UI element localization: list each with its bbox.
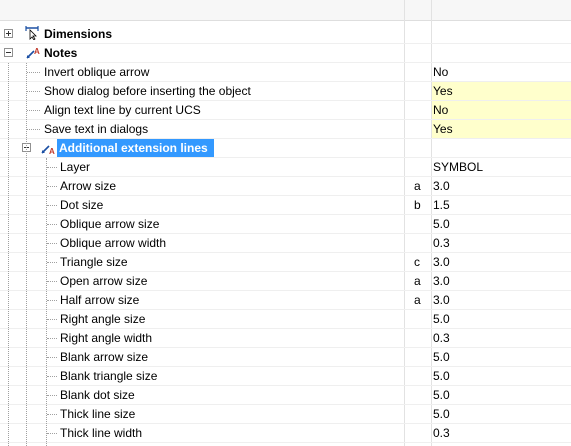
property-label: Thick line size [60,407,136,421]
tree-guide-line [26,63,27,446]
property-value[interactable]: 5.0 [432,405,571,423]
property-letter: a [414,293,421,307]
property-value[interactable]: 5.0 [432,310,571,328]
property-value[interactable]: 5.0 [432,215,571,233]
property-label: Thick line width [60,426,143,440]
property-row[interactable]: Blank arrow size 5.0 [0,348,571,367]
property-label: Arrow size [60,179,117,193]
tree-label: Dimensions [44,27,113,41]
property-row[interactable]: Triangle size c 3.0 [0,253,571,272]
property-value[interactable]: 3.0 [432,272,571,290]
property-label: Open arrow size [60,274,148,288]
property-value[interactable]: 0.3 [432,234,571,252]
property-letter: c [414,255,420,269]
property-row[interactable]: Right angle size 5.0 [0,310,571,329]
property-label: Align text line by current UCS [44,103,201,117]
tree-connector [47,414,57,415]
collapse-icon[interactable] [4,48,13,57]
property-label: Blank arrow size [60,350,149,364]
property-row[interactable]: Oblique arrow width 0.3 [0,234,571,253]
property-value[interactable]: No [432,63,571,81]
property-value[interactable]: Yes [432,120,571,138]
property-label: Invert oblique arrow [44,65,150,79]
property-value[interactable]: No [432,101,571,119]
property-tree: Dimensions A Notes Invert oblique arrow N… [0,0,571,446]
property-row[interactable]: Thick line size 5.0 [0,405,571,424]
tree-connector [47,395,57,396]
property-letter: a [414,274,421,288]
property-label: Blank dot size [60,388,135,402]
dimension-icon [25,26,39,40]
tree-guide-line [46,158,47,446]
property-label: Dot size [60,198,104,212]
tree-connector [47,186,57,187]
property-row[interactable]: Right angle width 0.3 [0,329,571,348]
property-row[interactable]: Dot size b 1.5 [0,196,571,215]
tree-connector [47,224,57,225]
property-letter: a [414,179,421,193]
tree-connector [27,72,40,73]
property-row[interactable]: Align text line by current UCS No [0,101,571,120]
tree-row-notes[interactable]: A Notes [0,44,571,63]
tree-connector [47,281,57,282]
tree-connector [27,91,40,92]
property-row[interactable]: Blank dot size 5.0 [0,386,571,405]
property-label: Show dialog before inserting the object [44,84,251,98]
tree-label-selected: Additional extension lines [57,139,214,157]
tree-connector [47,319,57,320]
extension-lines-icon: A [41,145,55,155]
tree-connector [47,262,57,263]
property-value[interactable]: 5.0 [432,348,571,366]
svg-text:A: A [34,47,40,56]
tree-connector [47,243,57,244]
property-row[interactable]: Blank triangle size 5.0 [0,367,571,386]
property-row[interactable]: Arrow size a 3.0 [0,177,571,196]
tree-connector [47,300,57,301]
property-value[interactable]: 3.0 [432,291,571,309]
notes-icon: A [26,47,40,59]
property-value[interactable]: 5.0 [432,367,571,385]
property-row[interactable]: Save text in dialogs Yes [0,120,571,139]
tree-connector [47,338,57,339]
property-letter: b [414,198,421,212]
property-row[interactable]: Open arrow size a 3.0 [0,272,571,291]
property-value[interactable]: 0.3 [432,329,571,347]
tree-row-additional-extension-lines[interactable]: A Additional extension lines [0,139,571,158]
svg-text:A: A [49,147,55,155]
property-value[interactable]: 3.0 [432,177,571,195]
property-label: Right angle size [60,312,146,326]
property-value[interactable]: Yes [432,82,571,100]
property-row[interactable]: Thick line width 0.3 [0,424,571,443]
property-row[interactable]: Oblique arrow size 5.0 [0,215,571,234]
tree-connector [47,433,57,434]
tree-connector [27,110,40,111]
tree-connector [47,376,57,377]
property-label: Triangle size [60,255,128,269]
property-label: Half arrow size [60,293,140,307]
property-value[interactable]: SYMBOL [432,158,571,176]
property-value[interactable]: 5.0 [432,386,571,404]
column-header [0,0,571,21]
property-label: Right angle width [60,331,153,345]
tree-label: Notes [44,46,78,60]
tree-row-dimensions[interactable]: Dimensions [0,25,571,44]
tree-connector [47,357,57,358]
property-value[interactable]: 0.3 [432,424,571,442]
tree-connector [27,129,40,130]
property-label: Blank triangle size [60,369,158,383]
property-row[interactable]: Half arrow size a 3.0 [0,291,571,310]
tree-connector [47,205,57,206]
property-label: Oblique arrow size [60,217,160,231]
tree-guide-line [8,63,9,446]
property-value[interactable]: 1.5 [432,196,571,214]
tree-connector [47,167,57,168]
property-label: Oblique arrow width [60,236,167,250]
property-label: Save text in dialogs [44,122,149,136]
property-label: Layer [60,160,91,174]
property-row[interactable]: Invert oblique arrow No [0,63,571,82]
property-row[interactable]: Show dialog before inserting the object Y… [0,82,571,101]
expand-icon[interactable] [4,29,13,38]
property-row[interactable]: Layer SYMBOL [0,158,571,177]
property-value[interactable]: 3.0 [432,253,571,271]
